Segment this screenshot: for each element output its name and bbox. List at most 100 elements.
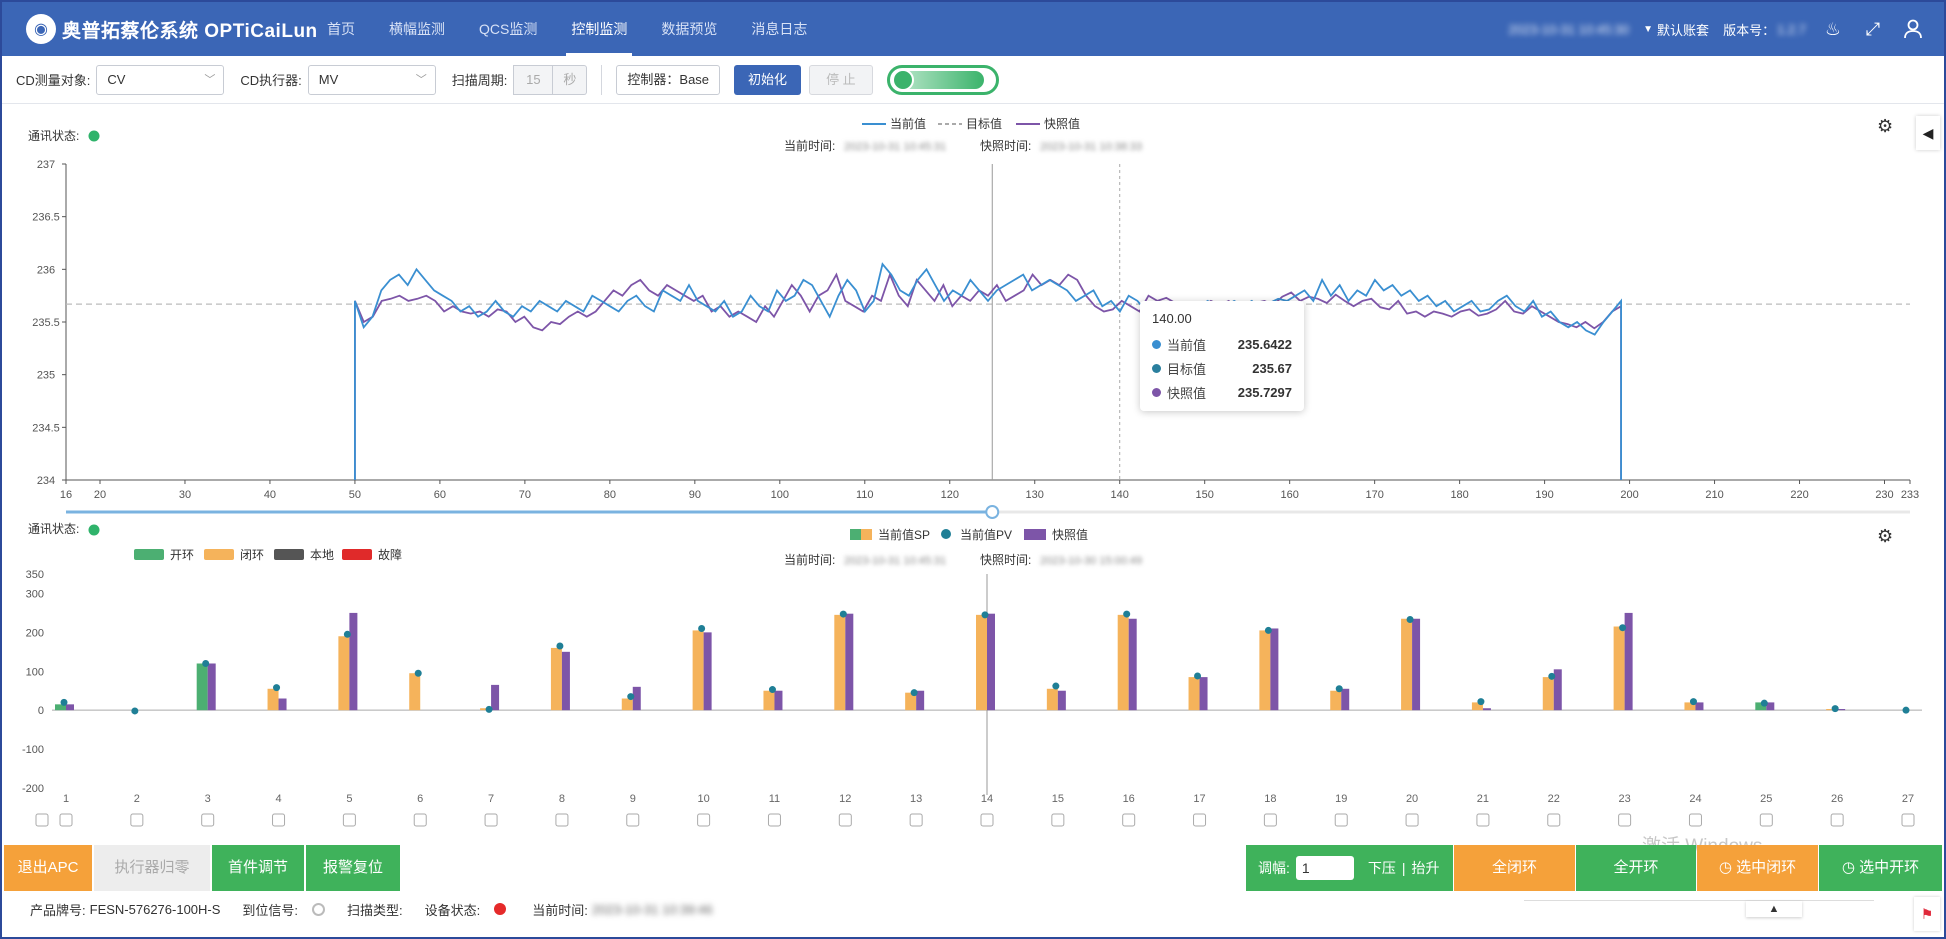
skin-icon[interactable]: ♨ xyxy=(1820,16,1846,42)
point-pv xyxy=(1052,682,1060,690)
tooltip-row: 快照值 235.7297 xyxy=(1152,380,1292,404)
stop-button[interactable]: 停 止 xyxy=(809,64,873,95)
actuator-checkbox[interactable] xyxy=(1334,813,1348,827)
account-dropdown[interactable]: ▼ 默认账套 xyxy=(1643,20,1709,39)
app-window: ◉ 奥普拓蔡伦系统 OPTiCaiLun 首页 横幅监测 QCS监测 控制监测 … xyxy=(0,0,1946,939)
expand-up-icon[interactable]: ▲ xyxy=(1746,901,1802,917)
legend-dot xyxy=(1152,339,1161,349)
control-toolbar: CD测量对象: CV ﹀ CD执行器: MV ﹀ 扫描周期: 15 秒 控制器：… xyxy=(2,56,1944,104)
actuator-checkbox[interactable] xyxy=(272,813,286,827)
run-toggle[interactable] xyxy=(886,64,999,95)
all-close-loop-button[interactable]: 全闭环 xyxy=(1454,845,1575,891)
x-tick-label: 30 xyxy=(179,489,191,501)
action-bar: 退出APC 执行器归零 首件调节 报警复位 调幅: 1 下压 | 抬升 全闭环 … xyxy=(4,845,1946,891)
x-tick-label: 21 xyxy=(1477,793,1489,805)
bar-snapshot xyxy=(987,613,995,711)
amp-input[interactable]: 1 xyxy=(1295,856,1354,880)
lift-up-button[interactable]: 抬升 xyxy=(1412,858,1440,878)
bar-sp xyxy=(267,688,279,711)
x-tick-label: 14 xyxy=(981,793,993,805)
x-tick-label: 11 xyxy=(769,793,780,805)
actuator-checkbox[interactable] xyxy=(59,813,73,827)
actuator-checkbox[interactable] xyxy=(697,813,711,827)
tooltip-row: 目标值 235.67 xyxy=(1152,356,1292,380)
tab-home[interactable]: 首页 xyxy=(310,2,372,56)
actuator-checkbox[interactable] xyxy=(201,813,215,827)
flag-icon[interactable]: ⚑ xyxy=(1914,897,1940,931)
fullscreen-icon[interactable]: ⤢ xyxy=(1860,16,1886,42)
actuator-checkbox[interactable] xyxy=(909,813,923,827)
position-signal-label: 到位信号: xyxy=(242,902,299,918)
x-tick-label: 50 xyxy=(349,489,361,501)
current-time-label: 当前时间: xyxy=(784,138,835,153)
y-tick-label: 100 xyxy=(26,666,44,678)
logo-icon: ◉ xyxy=(26,14,56,44)
user-icon[interactable] xyxy=(1900,16,1926,42)
selected-close-loop-button[interactable]: ◷ 选中闭环 xyxy=(1697,845,1818,891)
settings-gear-icon[interactable]: ⚙ xyxy=(1877,116,1893,136)
collapsed-panel: ▲ xyxy=(1524,900,1874,926)
actuator-checkbox[interactable] xyxy=(1830,813,1844,827)
actuator-checkbox[interactable] xyxy=(1547,813,1561,827)
version-label: 版本号： xyxy=(1723,22,1776,38)
bar-sp xyxy=(1188,677,1200,711)
x-tick-label: 16 xyxy=(60,489,72,501)
actuator-checkbox[interactable] xyxy=(1193,813,1207,827)
position-signal-indicator xyxy=(312,902,326,916)
actuator-checkbox[interactable] xyxy=(1759,813,1773,827)
init-button[interactable]: 初始化 xyxy=(734,64,802,95)
actuator-checkbox[interactable] xyxy=(413,813,427,827)
actuator-checkbox[interactable] xyxy=(626,813,640,827)
actuator-checkbox[interactable] xyxy=(767,813,781,827)
actuator-zero-button[interactable]: 执行器归零 xyxy=(94,845,210,891)
point-pv xyxy=(131,707,139,715)
actuator-checkbox[interactable] xyxy=(1051,813,1065,827)
actuator-checkbox[interactable] xyxy=(130,813,144,827)
side-panel-toggle[interactable]: ◀ xyxy=(1916,116,1940,150)
toolbar-divider xyxy=(601,64,603,95)
series-line-快照值 xyxy=(354,272,1623,481)
exit-apc-button[interactable]: 退出APC xyxy=(4,845,92,891)
y-tick-label: 236.5 xyxy=(32,212,60,224)
actuator-checkbox[interactable] xyxy=(838,813,852,827)
actuator-checkbox[interactable] xyxy=(1618,813,1632,827)
scan-period-input[interactable]: 15 xyxy=(513,64,554,95)
x-tick-label: 20 xyxy=(94,489,106,501)
selected-open-loop-button[interactable]: ◷ 选中开环 xyxy=(1819,845,1942,891)
y-tick-label: 236 xyxy=(37,264,55,276)
x-tick-label: 23 xyxy=(1618,793,1630,805)
actuator-checkbox[interactable] xyxy=(1122,813,1136,827)
actuator-checkbox[interactable] xyxy=(555,813,569,827)
actuator-checkbox[interactable] xyxy=(1405,813,1419,827)
actuator-checkbox[interactable] xyxy=(1901,813,1915,827)
press-down-button[interactable]: 下压 xyxy=(1368,858,1396,878)
x-tick-label: 16 xyxy=(1123,793,1135,805)
status-legend-label: 故障 xyxy=(378,547,402,562)
actuator-checkbox[interactable] xyxy=(980,813,994,827)
tab-qcs-monitor[interactable]: QCS监测 xyxy=(462,2,554,56)
x-tick-label: 17 xyxy=(1193,793,1205,805)
actuator-checkbox[interactable] xyxy=(1688,813,1702,827)
actuator-checkbox[interactable] xyxy=(1263,813,1277,827)
tab-message-log[interactable]: 消息日志 xyxy=(734,2,824,56)
alarm-reset-button[interactable]: 报警复位 xyxy=(306,845,400,891)
actuator-checkbox[interactable] xyxy=(1476,813,1490,827)
tab-data-preview[interactable]: 数据预览 xyxy=(644,2,734,56)
all-open-loop-button[interactable]: 全开环 xyxy=(1576,845,1696,891)
actuator-checkbox[interactable] xyxy=(484,813,498,827)
snapshot-time-label: 快照时间: xyxy=(980,139,1031,153)
point-pv xyxy=(698,624,706,632)
first-adjust-button[interactable]: 首件调节 xyxy=(212,845,304,891)
tab-width-monitor[interactable]: 横幅监测 xyxy=(372,2,462,56)
cd-target-select[interactable]: CV ﹀ xyxy=(96,64,225,95)
point-pv xyxy=(1619,624,1627,632)
select-all-checkbox[interactable] xyxy=(35,813,49,827)
cd-actuator-select[interactable]: MV ﹀ xyxy=(307,64,436,95)
actuator-checkbox[interactable] xyxy=(342,813,356,827)
x-tick-label: 6 xyxy=(417,793,423,805)
point-pv xyxy=(273,684,281,692)
x-tick-label: 120 xyxy=(941,489,959,501)
settings-gear-icon[interactable]: ⚙ xyxy=(1877,526,1893,546)
y-tick-label: 235.5 xyxy=(32,317,60,329)
tab-control-monitor[interactable]: 控制监测 xyxy=(554,2,644,56)
